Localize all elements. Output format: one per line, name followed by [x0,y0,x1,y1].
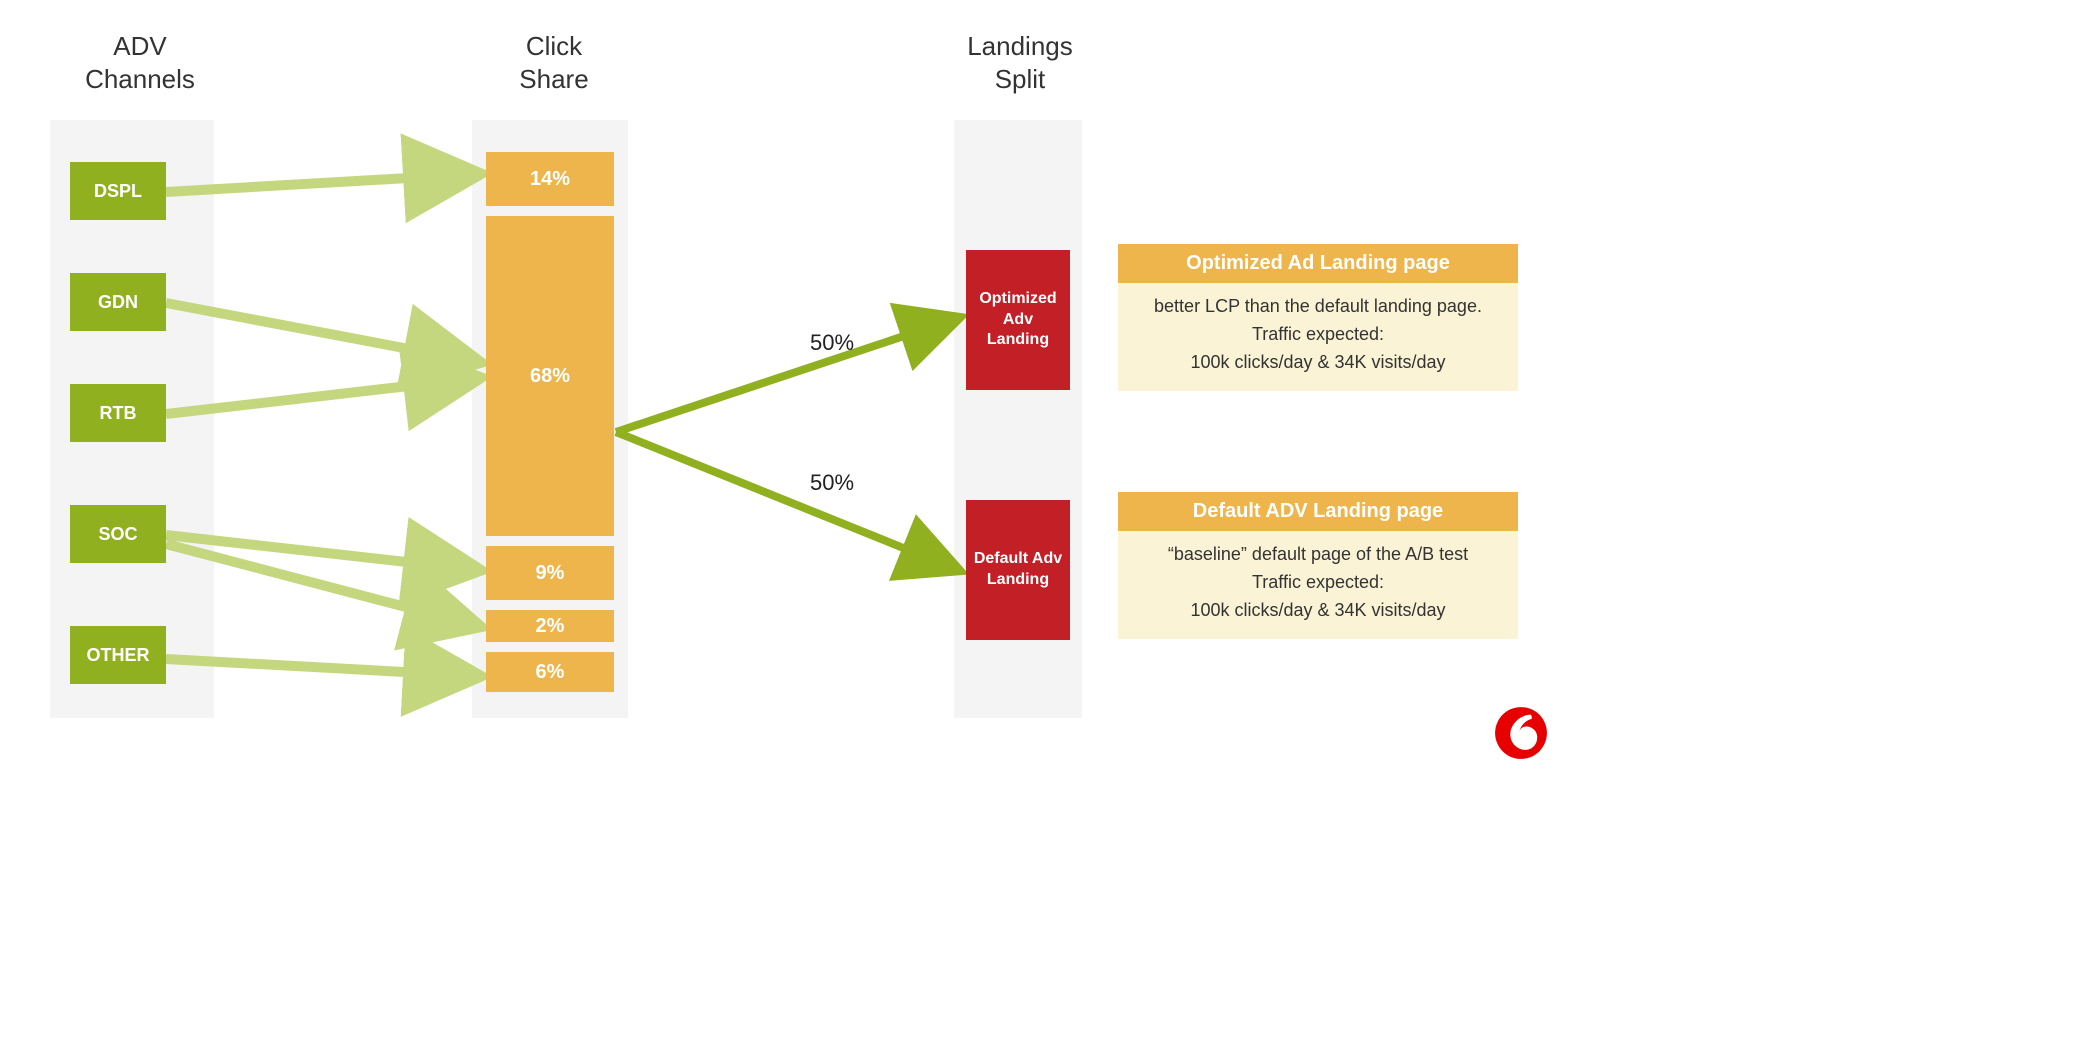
click-share-rtb: 9% [486,546,614,600]
col-title-click: Click Share [494,30,614,95]
adv-channel-other: OTHER [70,626,166,684]
vodafone-logo-icon [1494,706,1548,760]
click-share-soc: 2% [486,610,614,642]
card-default-title: Default ADV Landing page [1118,492,1518,531]
split-label-top: 50% [810,330,854,356]
adv-channel-dspl: DSPL [70,162,166,220]
card-default-body: “baseline” default page of the A/B test … [1118,531,1518,639]
landing-default: Default Adv Landing [966,500,1070,640]
adv-channel-rtb: RTB [70,384,166,442]
click-share-dspl: 14% [486,152,614,206]
card-default: Default ADV Landing page “baseline” defa… [1118,492,1518,639]
click-share-gdn: 68% [486,216,614,536]
diagram-stage: ADV Channels Click Share Landings Split … [0,0,1568,780]
col-title-adv: ADV Channels [60,30,220,95]
landing-optimized: Optimized Adv Landing [966,250,1070,390]
split-label-bottom: 50% [810,470,854,496]
adv-channel-soc: SOC [70,505,166,563]
card-optimized-title: Optimized Ad Landing page [1118,244,1518,283]
card-optimized-body: better LCP than the default landing page… [1118,283,1518,391]
click-share-other: 6% [486,652,614,692]
col-title-land: Landings Split [940,30,1100,95]
adv-channel-gdn: GDN [70,273,166,331]
card-optimized: Optimized Ad Landing page better LCP tha… [1118,244,1518,391]
